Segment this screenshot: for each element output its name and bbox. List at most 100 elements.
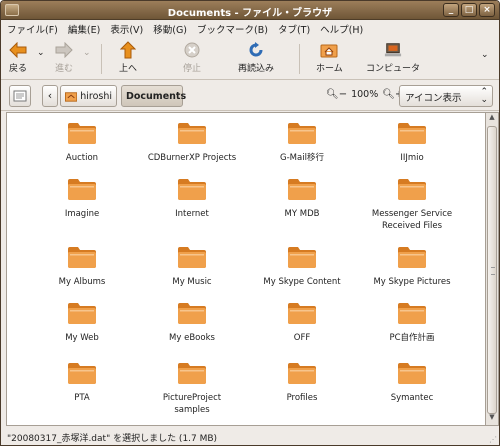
folder-item[interactable]: My Skype Pictures	[357, 245, 467, 288]
vertical-scrollbar[interactable]: ▲ ▼	[486, 112, 499, 426]
chevron-down-icon: ⌄	[37, 48, 45, 58]
folder-icon	[178, 303, 206, 324]
zoom-level[interactable]: 100%	[351, 89, 378, 100]
folder-item[interactable]: IIJmio	[357, 121, 467, 164]
toolbar-overflow-button[interactable]: ⌄	[481, 50, 489, 60]
folder-label: Imagine	[64, 209, 100, 219]
folder-icon	[178, 247, 206, 268]
folder-item[interactable]: Auction	[27, 121, 137, 164]
folder-icon	[288, 247, 316, 268]
location-bar: ‹ hiroshi Documents 🔍︎− 100% 🔍︎+ アイコン表示 …	[1, 81, 499, 111]
folder-item[interactable]: Symantec	[357, 361, 467, 404]
back-history-dropdown[interactable]: ⌄	[37, 48, 45, 58]
folder-item[interactable]: CDBurnerXP Projects	[137, 121, 247, 164]
path-scroll-left-button[interactable]: ‹	[42, 85, 58, 107]
folder-item[interactable]: My eBooks	[137, 301, 247, 344]
scroll-down-arrow-icon[interactable]: ▼	[486, 413, 498, 425]
folder-item[interactable]: My Skype Content	[247, 245, 357, 288]
status-text: "20080317_赤塚洋.dat" を選択しました (1.7 MB)	[7, 434, 218, 444]
folder-icon	[288, 179, 316, 200]
folder-label: IIJmio	[400, 153, 424, 163]
up-arrow-icon	[119, 41, 137, 59]
menu-go[interactable]: 移動(G)	[153, 22, 187, 36]
up-button[interactable]: 上へ	[119, 41, 137, 74]
folder-icon	[398, 303, 426, 324]
folder-label: My Albums	[58, 277, 106, 287]
folder-label: My Skype Content	[263, 277, 341, 287]
folder-label: Profiles	[286, 393, 318, 403]
stop-button[interactable]: 停止	[183, 41, 201, 74]
folder-icon	[68, 363, 96, 384]
menu-edit[interactable]: 編集(E)	[68, 22, 100, 36]
icon-view[interactable]: Auction CDBurnerXP Projects G-Mail移行 IIJmio…	[6, 112, 486, 426]
folder-item[interactable]: My Music	[137, 245, 247, 288]
folder-item[interactable]: PTA	[27, 361, 137, 404]
menu-file[interactable]: ファイル(F)	[7, 22, 58, 36]
home-button[interactable]: ホーム	[316, 41, 343, 74]
folder-icon	[398, 363, 426, 384]
crumb-hiroshi[interactable]: hiroshi	[60, 85, 117, 107]
toggle-location-entry-button[interactable]	[9, 85, 31, 107]
folder-label: Auction	[65, 153, 99, 163]
forward-button[interactable]: 進む	[55, 41, 73, 74]
folder-label: G-Mail移行	[280, 153, 324, 163]
forward-history-dropdown[interactable]: ⌄	[83, 48, 91, 58]
chevron-down-icon: ⌄	[83, 48, 91, 58]
back-button[interactable]: 戻る	[9, 41, 27, 74]
folder-icon	[398, 179, 426, 200]
folder-icon	[398, 247, 426, 268]
folder-icon	[68, 303, 96, 324]
folder-icon	[178, 179, 206, 200]
folder-item[interactable]: My Albums	[27, 245, 137, 288]
stop-icon	[183, 41, 201, 59]
scrollbar-thumb[interactable]	[487, 126, 497, 414]
folder-icon	[288, 363, 316, 384]
folder-item[interactable]: PictureProject samples	[137, 361, 247, 416]
scroll-up-arrow-icon[interactable]: ▲	[486, 113, 498, 125]
maximize-button[interactable]: □	[461, 3, 477, 17]
toolbar: 戻る ⌄ 進む ⌄ 上へ 停止 再読込み ホーム コンピュータ ⌄	[1, 38, 499, 80]
folder-item[interactable]: PC自作計画	[357, 301, 467, 344]
folder-item[interactable]: G-Mail移行	[247, 121, 357, 164]
menu-bookmarks[interactable]: ブックマーク(B)	[197, 22, 268, 36]
folder-item[interactable]: Internet	[137, 177, 247, 220]
resize-grip-icon[interactable]: ⋰	[489, 435, 497, 444]
folder-icon	[288, 123, 316, 144]
folder-item[interactable]: Profiles	[247, 361, 357, 404]
close-button[interactable]: ×	[479, 3, 495, 17]
menu-tabs[interactable]: タブ(T)	[278, 22, 310, 36]
back-arrow-icon	[9, 41, 27, 59]
zoom-out-icon[interactable]: 🔍︎−	[326, 89, 347, 100]
folder-item[interactable]: MY MDB	[247, 177, 357, 220]
reload-button[interactable]: 再読込み	[238, 41, 274, 74]
computer-button[interactable]: コンピュータ	[366, 41, 420, 74]
folder-label: My eBooks	[169, 333, 215, 343]
chevron-left-icon: ‹	[47, 89, 53, 102]
minimize-button[interactable]: _	[443, 3, 459, 17]
folder-item[interactable]: Messenger Service Received Files	[357, 177, 467, 232]
forward-arrow-icon	[55, 41, 73, 59]
crumb-documents[interactable]: Documents	[121, 85, 186, 107]
folder-label: My Web	[65, 333, 99, 343]
folder-item[interactable]: My Web	[27, 301, 137, 344]
computer-icon	[384, 41, 402, 59]
title-bar[interactable]: Documents - ファイル・ブラウザ _ □ ×	[1, 1, 499, 20]
menu-help[interactable]: ヘルプ(H)	[320, 22, 363, 36]
zoom-control: 🔍︎− 100% 🔍︎+	[326, 89, 403, 100]
folder-icon	[68, 123, 96, 144]
folder-label: PC自作計画	[389, 333, 435, 343]
view-mode-select[interactable]: アイコン表示 ⌃ ⌄	[399, 85, 493, 107]
status-bar: "20080317_赤塚洋.dat" を選択しました (1.7 MB) ⋰	[1, 428, 499, 445]
folder-item[interactable]: OFF	[247, 301, 357, 344]
file-browser-window: Documents - ファイル・ブラウザ _ □ × ファイル(F) 編集(E…	[0, 0, 500, 446]
window-title: Documents - ファイル・ブラウザ	[167, 8, 333, 19]
folder-label: PTA	[74, 393, 90, 403]
chevron-down-icon: ⌄	[481, 50, 489, 60]
menu-view[interactable]: 表示(V)	[110, 22, 143, 36]
folder-label: MY MDB	[284, 209, 320, 219]
reload-icon	[247, 41, 265, 59]
home-folder-icon	[320, 41, 338, 59]
folder-item[interactable]: Imagine	[27, 177, 137, 220]
folder-label: Internet	[175, 209, 209, 219]
folder-label: PictureProject samples	[162, 393, 222, 415]
